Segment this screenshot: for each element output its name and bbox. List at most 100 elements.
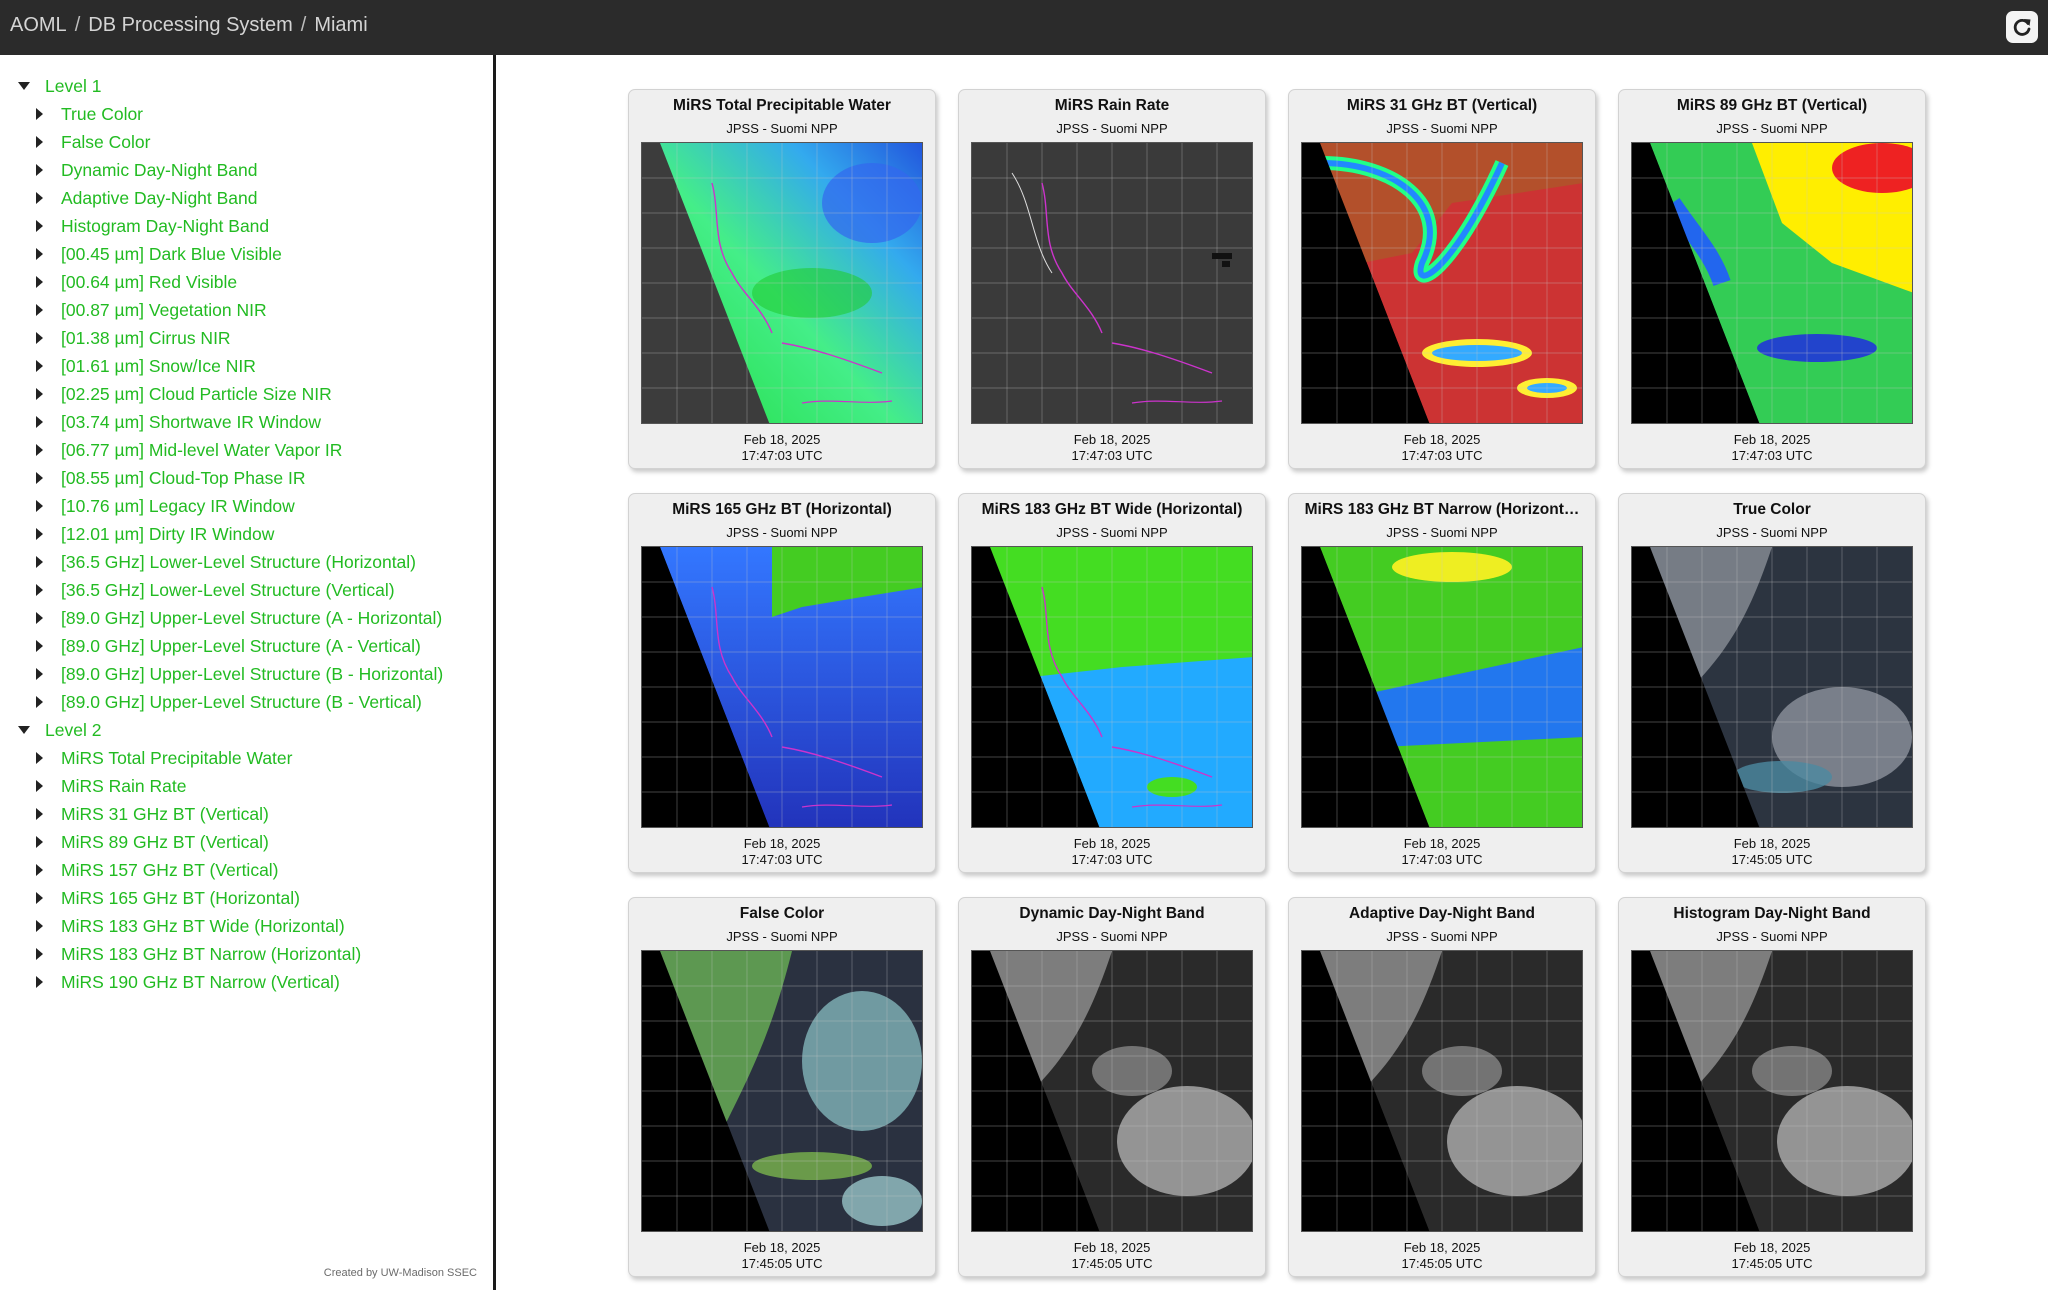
product-card[interactable]: MiRS 183 GHz BT Wide (Horizontal) JPSS - … bbox=[958, 493, 1266, 873]
satellite-image[interactable] bbox=[641, 142, 923, 424]
caret-right-icon bbox=[36, 808, 43, 820]
tree-item[interactable]: [03.74 µm] Shortwave IR Window bbox=[0, 408, 490, 436]
tree-item[interactable]: [89.0 GHz] Upper-Level Structure (B - Ve… bbox=[0, 688, 490, 716]
product-card[interactable]: Histogram Day-Night Band JPSS - Suomi NPP… bbox=[1618, 897, 1926, 1277]
satellite-image[interactable] bbox=[1631, 950, 1913, 1232]
satellite-image[interactable] bbox=[641, 546, 923, 828]
card-date: Feb 18, 2025 bbox=[1073, 836, 1151, 851]
tree-item[interactable]: [00.87 µm] Vegetation NIR bbox=[0, 296, 490, 324]
card-timestamp: Feb 18, 2025 17:45:05 UTC bbox=[1289, 1240, 1595, 1272]
tree-item[interactable]: [10.76 µm] Legacy IR Window bbox=[0, 492, 490, 520]
tree-item[interactable]: [89.0 GHz] Upper-Level Structure (A - Ve… bbox=[0, 632, 490, 660]
caret-right-icon bbox=[36, 640, 43, 652]
tree-item[interactable]: [01.61 µm] Snow/Ice NIR bbox=[0, 352, 490, 380]
tree-item[interactable]: [36.5 GHz] Lower-Level Structure (Vertic… bbox=[0, 576, 490, 604]
caret-right-icon bbox=[36, 416, 43, 428]
satellite-image[interactable] bbox=[1631, 142, 1913, 424]
product-card[interactable]: MiRS 31 GHz BT (Vertical) JPSS - Suomi NP… bbox=[1288, 89, 1596, 469]
satellite-image[interactable] bbox=[971, 142, 1253, 424]
satellite-image[interactable] bbox=[1631, 546, 1913, 828]
caret-right-icon bbox=[36, 612, 43, 624]
tree-item[interactable]: Adaptive Day-Night Band bbox=[0, 184, 490, 212]
tree-item[interactable]: [08.55 µm] Cloud-Top Phase IR bbox=[0, 464, 490, 492]
breadcrumb-miami[interactable]: Miami bbox=[314, 14, 367, 36]
caret-right-icon bbox=[36, 948, 43, 960]
caret-right-icon bbox=[36, 388, 43, 400]
product-card[interactable]: MiRS 89 GHz BT (Vertical) JPSS - Suomi NP… bbox=[1618, 89, 1926, 469]
credit-text: Created by UW-Madison SSEC bbox=[323, 1267, 477, 1279]
tree-item[interactable]: [89.0 GHz] Upper-Level Structure (A - Ho… bbox=[0, 604, 490, 632]
satellite-image[interactable] bbox=[971, 950, 1253, 1232]
card-timestamp: Feb 18, 2025 17:47:03 UTC bbox=[959, 432, 1265, 464]
card-date: Feb 18, 2025 bbox=[743, 432, 821, 447]
caret-right-icon bbox=[36, 444, 43, 456]
tree-item[interactable]: MiRS 183 GHz BT Narrow (Horizontal) bbox=[0, 940, 490, 968]
tree-item-label: [10.76 µm] Legacy IR Window bbox=[61, 495, 295, 516]
product-card[interactable]: False Color JPSS - Suomi NPP Feb 18, 2025 1… bbox=[628, 897, 936, 1277]
tree-item[interactable]: [00.45 µm] Dark Blue Visible bbox=[0, 240, 490, 268]
tree-item-label: MiRS 183 GHz BT Wide (Horizontal) bbox=[61, 915, 345, 936]
tree-group-level-2[interactable]: Level 2 bbox=[0, 716, 490, 744]
tree-item-label: [12.01 µm] Dirty IR Window bbox=[61, 523, 275, 544]
card-time: 17:47:03 UTC bbox=[1071, 852, 1153, 867]
tree-item-label: Histogram Day-Night Band bbox=[61, 215, 270, 236]
satellite-image[interactable] bbox=[1301, 950, 1583, 1232]
tree-item[interactable]: Histogram Day-Night Band bbox=[0, 212, 490, 240]
tree-item[interactable]: MiRS 183 GHz BT Wide (Horizontal) bbox=[0, 912, 490, 940]
card-title: False Color bbox=[739, 905, 825, 922]
tree-item[interactable]: MiRS Total Precipitable Water bbox=[0, 744, 490, 772]
tree-item[interactable]: [06.77 µm] Mid-level Water Vapor IR bbox=[0, 436, 490, 464]
product-card[interactable]: MiRS 165 GHz BT (Horizontal) JPSS - Suomi… bbox=[628, 493, 936, 873]
product-card[interactable]: MiRS Rain Rate JPSS - Suomi NPP Feb 18, 2… bbox=[958, 89, 1266, 469]
tree-item-label: [01.38 µm] Cirrus NIR bbox=[61, 327, 231, 348]
card-title: MiRS Rain Rate bbox=[1054, 97, 1170, 114]
tree-item[interactable]: MiRS 190 GHz BT Narrow (Vertical) bbox=[0, 968, 490, 996]
satellite-image[interactable] bbox=[641, 950, 923, 1232]
tree-item[interactable]: [01.38 µm] Cirrus NIR bbox=[0, 324, 490, 352]
card-time: 17:45:05 UTC bbox=[1731, 852, 1813, 867]
caret-down-icon bbox=[18, 726, 30, 734]
product-card[interactable]: True Color JPSS - Suomi NPP Feb 18, 2025 17… bbox=[1618, 493, 1926, 873]
tree-item[interactable]: False Color bbox=[0, 128, 490, 156]
card-time: 17:47:03 UTC bbox=[1071, 448, 1153, 463]
card-date: Feb 18, 2025 bbox=[1073, 1240, 1151, 1255]
card-time: 17:47:03 UTC bbox=[1731, 448, 1813, 463]
card-title: MiRS 31 GHz BT (Vertical) bbox=[1346, 97, 1538, 114]
satellite-image[interactable] bbox=[971, 546, 1253, 828]
product-card[interactable]: Adaptive Day-Night Band JPSS - Suomi NPP F… bbox=[1288, 897, 1596, 1277]
tree-item[interactable]: MiRS 89 GHz BT (Vertical) bbox=[0, 828, 490, 856]
breadcrumb-db-processing-system[interactable]: DB Processing System bbox=[88, 14, 293, 36]
product-card[interactable]: MiRS 183 GHz BT Narrow (Horizont… JPSS - … bbox=[1288, 493, 1596, 873]
tree-item[interactable]: Dynamic Day-Night Band bbox=[0, 156, 490, 184]
tree-item[interactable]: MiRS 31 GHz BT (Vertical) bbox=[0, 800, 490, 828]
tree-item-label: [89.0 GHz] Upper-Level Structure (B - Ve… bbox=[61, 691, 422, 712]
tree-item[interactable]: MiRS 165 GHz BT (Horizontal) bbox=[0, 884, 490, 912]
tree-item[interactable]: MiRS 157 GHz BT (Vertical) bbox=[0, 856, 490, 884]
satellite-image[interactable] bbox=[1301, 142, 1583, 424]
tree-item[interactable]: [00.64 µm] Red Visible bbox=[0, 268, 490, 296]
card-title: MiRS 183 GHz BT Narrow (Horizont… bbox=[1304, 501, 1580, 518]
card-timestamp: Feb 18, 2025 17:45:05 UTC bbox=[959, 1240, 1265, 1272]
tree-item[interactable]: [02.25 µm] Cloud Particle Size NIR bbox=[0, 380, 490, 408]
caret-right-icon bbox=[36, 556, 43, 568]
caret-right-icon bbox=[36, 892, 43, 904]
product-card[interactable]: MiRS Total Precipitable Water JPSS - Suom… bbox=[628, 89, 936, 469]
card-subtitle: JPSS - Suomi NPP bbox=[1056, 929, 1168, 944]
tree-item[interactable]: [89.0 GHz] Upper-Level Structure (B - Ho… bbox=[0, 660, 490, 688]
refresh-button[interactable] bbox=[2006, 11, 2038, 43]
card-time: 17:45:05 UTC bbox=[1401, 1256, 1483, 1271]
satellite-image[interactable] bbox=[1301, 546, 1583, 828]
breadcrumb-aoml[interactable]: AOML bbox=[10, 14, 67, 36]
card-date: Feb 18, 2025 bbox=[1733, 836, 1811, 851]
tree-item[interactable]: True Color bbox=[0, 100, 490, 128]
tree-item[interactable]: [36.5 GHz] Lower-Level Structure (Horizo… bbox=[0, 548, 490, 576]
tree-item[interactable]: [12.01 µm] Dirty IR Window bbox=[0, 520, 490, 548]
tree-item[interactable]: MiRS Rain Rate bbox=[0, 772, 490, 800]
tree-group-level-1[interactable]: Level 1 bbox=[0, 72, 490, 100]
card-timestamp: Feb 18, 2025 17:47:03 UTC bbox=[1289, 432, 1595, 464]
caret-right-icon bbox=[36, 752, 43, 764]
product-card[interactable]: Dynamic Day-Night Band JPSS - Suomi NPP Fe… bbox=[958, 897, 1266, 1277]
caret-right-icon bbox=[36, 220, 43, 232]
tree-item-label: [06.77 µm] Mid-level Water Vapor IR bbox=[61, 439, 343, 460]
card-timestamp: Feb 18, 2025 17:47:03 UTC bbox=[1619, 432, 1925, 464]
